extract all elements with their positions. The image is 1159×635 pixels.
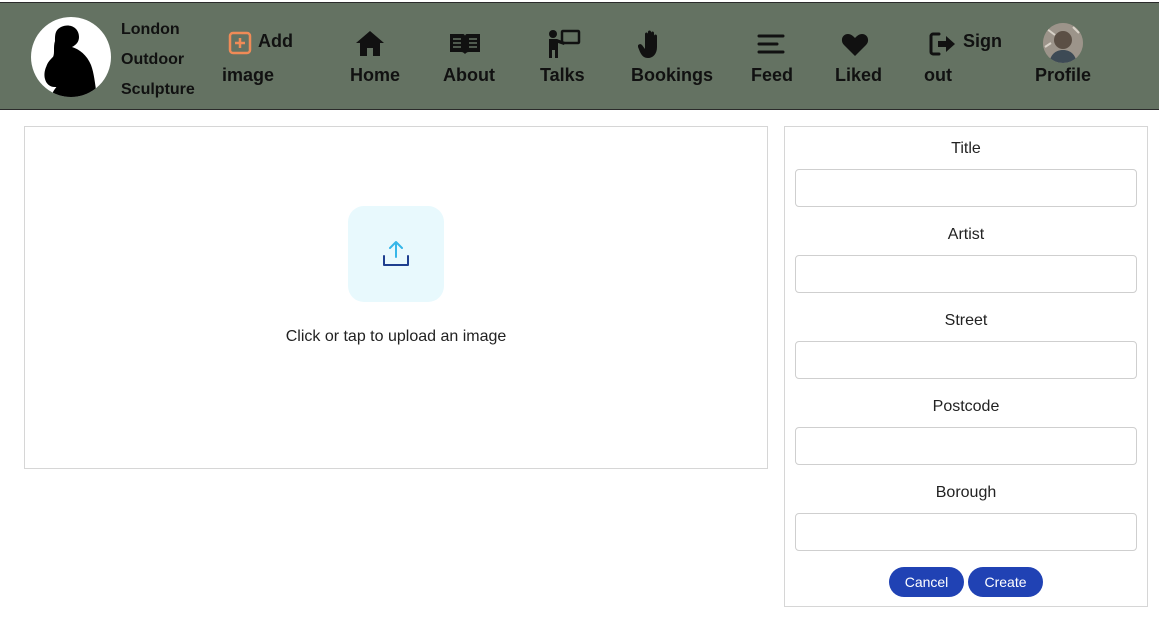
postcode-input[interactable] — [795, 427, 1137, 465]
brand-name[interactable]: London Outdoor Sculpture — [121, 15, 195, 105]
borough-input[interactable] — [795, 513, 1137, 551]
artist-input[interactable] — [795, 255, 1137, 293]
artist-label: Artist — [947, 226, 985, 243]
nav-feed[interactable]: Feed — [751, 27, 801, 91]
sign-out-icon — [929, 31, 957, 62]
nav-about[interactable]: About — [440, 27, 500, 91]
nav-liked[interactable]: Liked — [835, 27, 885, 91]
upload-tile[interactable] — [348, 206, 444, 302]
image-upload-area[interactable]: Click or tap to upload an image — [24, 126, 768, 469]
add-square-icon — [228, 31, 252, 60]
nav-add-image-label-2: image — [222, 65, 275, 85]
logo-thinker-icon[interactable] — [31, 17, 111, 97]
brand-line-2: Outdoor — [121, 51, 185, 68]
postcode-label: Postcode — [932, 398, 1000, 415]
heart-icon — [841, 33, 869, 62]
presenter-icon — [547, 29, 581, 64]
nav-bookings-label: Bookings — [631, 65, 714, 85]
cancel-button[interactable]: Cancel — [889, 567, 964, 597]
upload-icon — [381, 239, 411, 274]
nav-about-label: About — [443, 65, 495, 85]
nav-home[interactable]: Home — [346, 27, 406, 91]
nav-talks[interactable]: Talks — [538, 27, 598, 91]
nav-profile[interactable]: Profile — [1033, 23, 1103, 91]
nav-sign-out-label-2: out — [924, 65, 952, 85]
street-input[interactable] — [795, 341, 1137, 379]
book-icon — [449, 32, 481, 61]
create-button[interactable]: Create — [968, 567, 1043, 597]
upload-instruction: Click or tap to upload an image — [285, 328, 507, 345]
nav-sign-out-label-1: Sign — [963, 31, 1002, 51]
navbar: London Outdoor Sculpture Add image Home … — [0, 2, 1159, 110]
brand-line-3: Sculpture — [121, 81, 195, 98]
avatar — [1043, 23, 1083, 63]
nav-bookings[interactable]: Bookings — [631, 27, 721, 91]
home-icon — [354, 29, 386, 62]
street-label: Street — [944, 312, 988, 329]
borough-label: Borough — [935, 484, 997, 501]
nav-add-image[interactable]: Add image — [222, 27, 302, 91]
nav-liked-label: Liked — [835, 65, 883, 85]
feed-lines-icon — [757, 33, 785, 60]
nav-talks-label: Talks — [540, 65, 585, 85]
sculpture-form: Title Artist Street Postcode Borough Can… — [784, 126, 1148, 607]
nav-add-image-label-1: Add — [258, 31, 293, 51]
title-label: Title — [951, 140, 981, 157]
nav-sign-out[interactable]: Sign out — [923, 27, 1013, 91]
nav-home-label: Home — [350, 65, 401, 85]
nav-feed-label: Feed — [751, 65, 794, 85]
nav-profile-label: Profile — [1035, 65, 1092, 85]
title-input[interactable] — [795, 169, 1137, 207]
hand-icon — [637, 29, 664, 64]
brand-line-1: London — [121, 21, 180, 38]
